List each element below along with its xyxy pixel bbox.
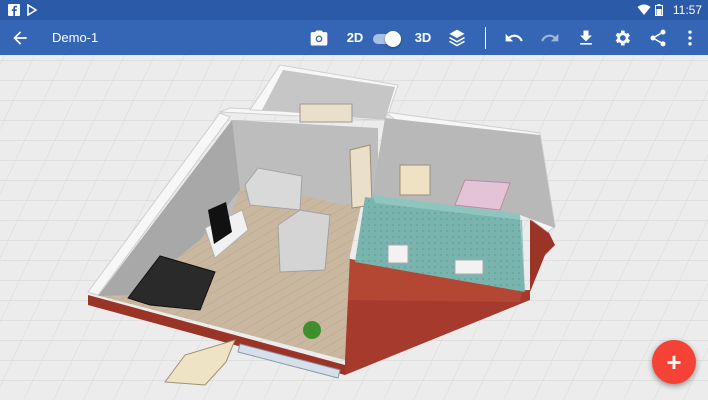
more-vert-icon — [688, 30, 692, 45]
project-title: Demo-1 — [52, 30, 99, 45]
bedroom-wardrobe — [399, 164, 431, 196]
camera-icon — [310, 30, 328, 45]
redo-button[interactable] — [532, 20, 568, 55]
camera-button[interactable] — [301, 20, 337, 55]
battery-icon — [654, 4, 667, 16]
download-icon — [580, 30, 592, 45]
clock: 11:57 — [672, 3, 702, 17]
3d-mode-button[interactable]: 3D — [411, 20, 435, 55]
toggle-knob — [385, 30, 401, 47]
bathroom-sink — [454, 259, 484, 275]
undo-button[interactable] — [496, 20, 532, 55]
view-mode-toggle[interactable] — [373, 30, 401, 47]
bathroom-toilet — [387, 244, 409, 264]
redo-icon — [541, 33, 559, 41]
status-bar: 11:57 — [0, 0, 708, 20]
sofa-back — [244, 167, 303, 211]
floor-plan-3d-view — [0, 55, 708, 400]
layers-icon — [449, 29, 465, 46]
share-icon — [650, 29, 666, 46]
add-button[interactable]: + — [652, 340, 696, 384]
settings-button[interactable] — [604, 20, 640, 55]
gear-icon — [615, 30, 630, 45]
app-notification-icon — [26, 3, 38, 17]
top-room-window — [299, 103, 353, 123]
2d-mode-button[interactable]: 2D — [343, 20, 367, 55]
wifi-icon — [637, 4, 651, 16]
toolbar-divider — [485, 26, 486, 49]
layers-button[interactable] — [439, 20, 475, 55]
undo-icon — [505, 33, 523, 41]
bedroom-bed — [454, 179, 511, 211]
share-button[interactable] — [640, 20, 676, 55]
back-arrow-icon — [13, 30, 27, 45]
3d-viewport[interactable] — [0, 55, 708, 400]
facebook-icon — [8, 4, 20, 16]
back-button[interactable] — [0, 20, 40, 55]
download-button[interactable] — [568, 20, 604, 55]
add-icon: + — [666, 347, 682, 377]
more-options-button[interactable] — [676, 20, 704, 55]
app-toolbar: Demo-1 2D 3D — [0, 20, 708, 55]
sofa-front — [277, 209, 331, 273]
plant — [303, 321, 321, 339]
